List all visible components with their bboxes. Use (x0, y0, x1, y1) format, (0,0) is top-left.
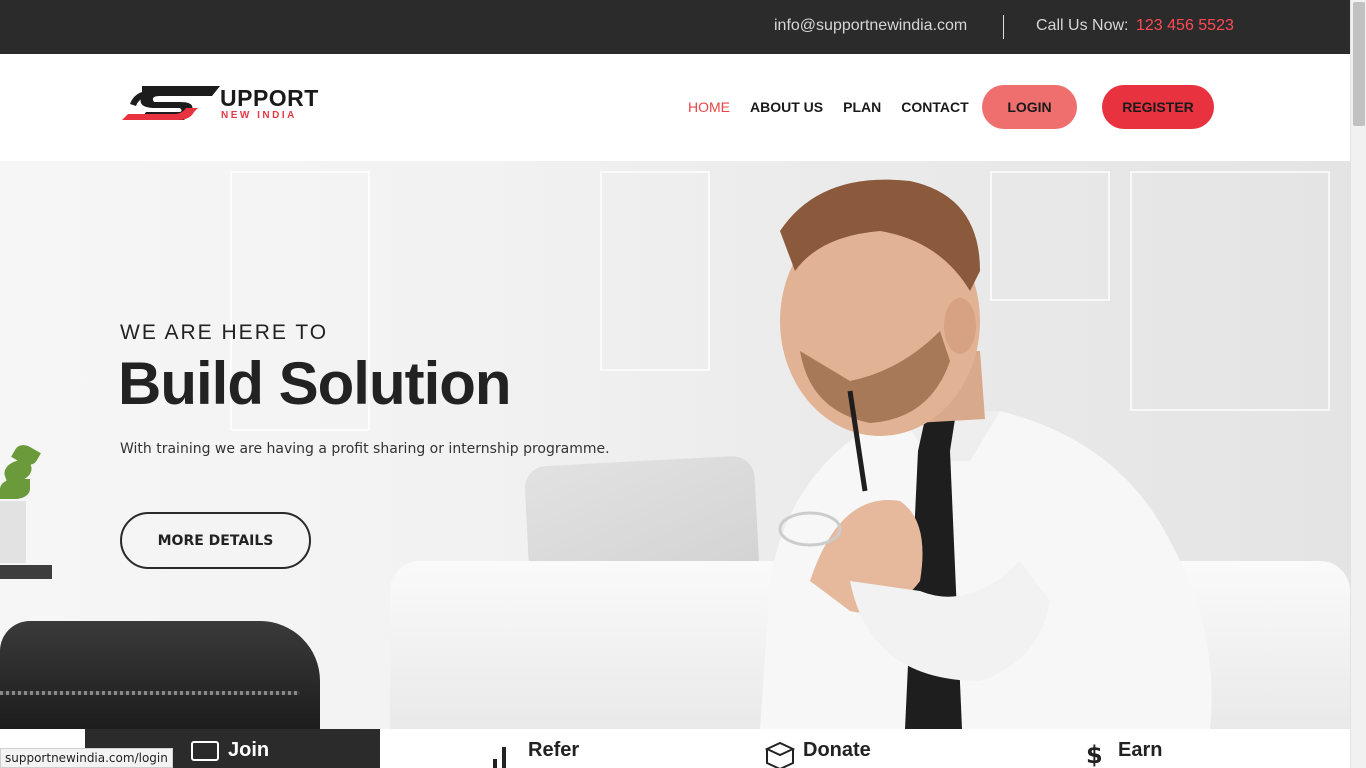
nav-home[interactable]: HOME (688, 99, 730, 115)
scrollbar-thumb[interactable] (1353, 2, 1365, 126)
call-label: Call Us Now: (1036, 17, 1129, 34)
status-bar-url: supportnewindia.com/login (0, 748, 173, 768)
logo-swoosh-icon (122, 86, 220, 120)
suitcase (0, 621, 320, 729)
hero-subtitle: With training we are having a profit sha… (120, 441, 610, 457)
nav-about-us[interactable]: ABOUT US (750, 99, 823, 115)
nav-contact[interactable]: CONTACT (901, 99, 968, 115)
top-bar: info@supportnewindia.com Call Us Now: 12… (0, 0, 1350, 54)
box-icon (765, 741, 795, 768)
feature-earn-label: Earn (1118, 739, 1163, 761)
plant-pot (0, 501, 26, 563)
bar-chart-icon (493, 747, 506, 768)
plant-leaf (0, 479, 30, 499)
register-button[interactable]: REGISTER (1102, 85, 1214, 129)
svg-text:$: $ (1086, 741, 1103, 768)
hero-title: Build Solution (118, 350, 512, 417)
feature-donate[interactable]: Donate (765, 739, 871, 768)
main-nav: HOME ABOUT US PLAN CONTACT (688, 99, 989, 115)
login-button[interactable]: LOGIN (982, 85, 1077, 129)
feature-earn[interactable]: $ Earn (1080, 739, 1162, 768)
feature-join-label: Join (228, 739, 270, 761)
logo-title: UPPORT (220, 85, 319, 111)
businessman-image (760, 179, 1212, 729)
suitcase-zipper (0, 691, 300, 695)
shelf (0, 565, 52, 579)
nav-plan[interactable]: PLAN (843, 99, 881, 115)
contact-email[interactable]: info@supportnewindia.com (774, 17, 967, 35)
features-strip: Join Refer Donate $ Earn (0, 729, 1350, 768)
site-header: UPPORT NEW INDIA HOME ABOUT US PLAN CONT… (0, 54, 1350, 161)
site-logo[interactable]: UPPORT NEW INDIA (120, 82, 340, 126)
feature-refer[interactable]: Refer (490, 739, 579, 768)
feature-refer-label: Refer (528, 739, 580, 761)
monitor-icon (191, 741, 219, 761)
feature-join[interactable]: Join (190, 739, 269, 768)
feature-donate-label: Donate (803, 739, 871, 761)
logo-subtitle: NEW INDIA (221, 110, 297, 121)
page-scrollbar[interactable] (1350, 0, 1366, 768)
topbar-divider (1003, 15, 1004, 39)
more-details-button[interactable]: MORE DETAILS (120, 512, 311, 569)
contact-phone[interactable]: 123 456 5523 (1136, 17, 1234, 35)
hero-section: WE ARE HERE TO Build Solution With train… (0, 161, 1350, 729)
dollar-icon: $ (1086, 741, 1103, 768)
wall-panel (600, 171, 710, 371)
hero-eyebrow: WE ARE HERE TO (120, 321, 329, 344)
